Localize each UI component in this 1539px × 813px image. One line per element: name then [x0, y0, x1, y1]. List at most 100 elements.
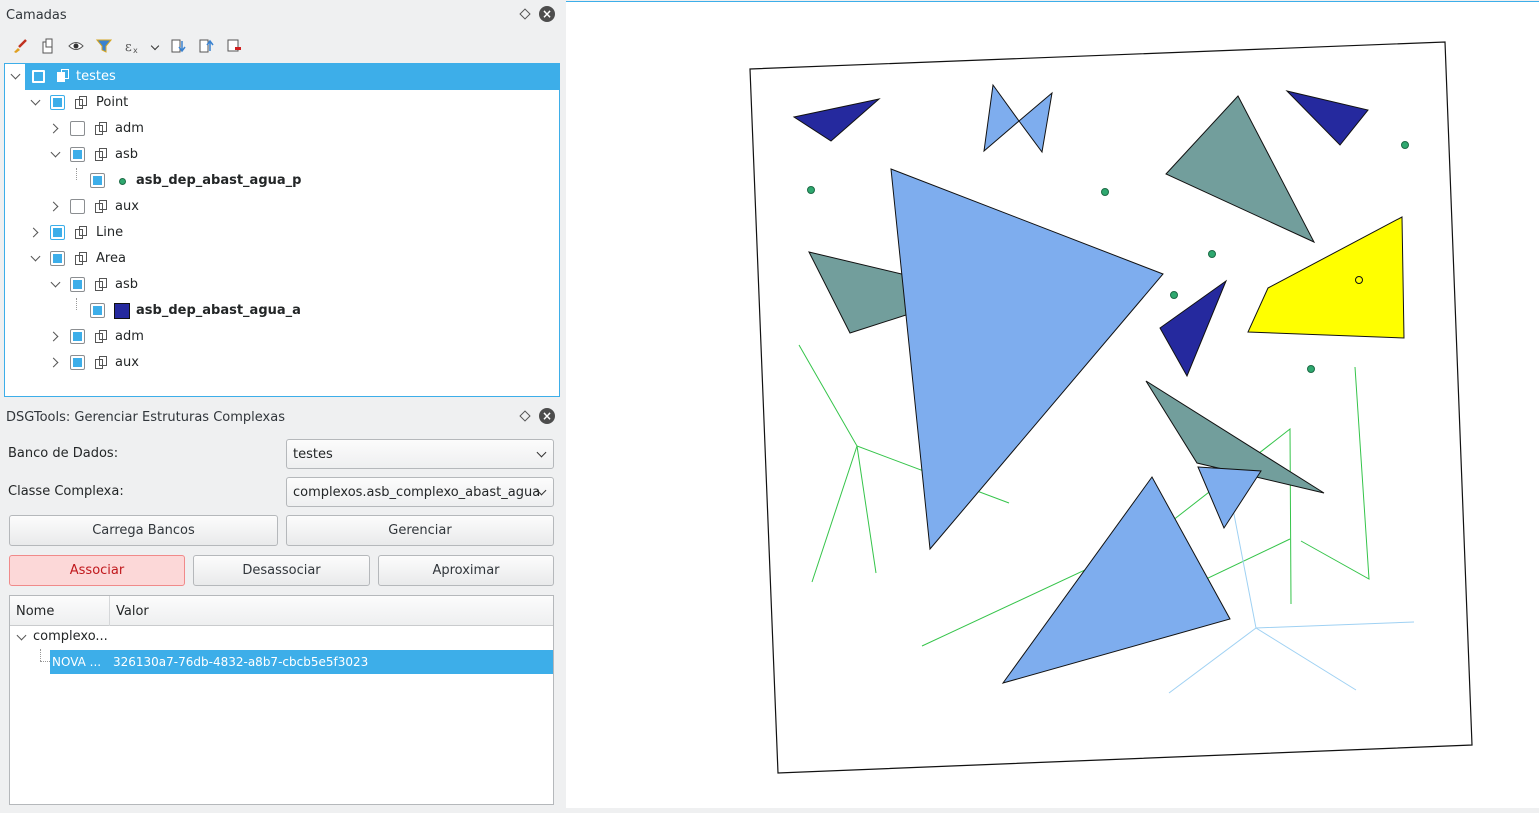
layer-label: asb_dep_abast_agua_a	[136, 303, 301, 318]
group-icon	[95, 356, 107, 370]
style-brush-icon[interactable]	[6, 34, 34, 58]
group-icon	[75, 226, 87, 240]
layer-tree: testes Point adm asb asb_dep_abast_agua_…	[4, 63, 560, 397]
group-icon	[95, 330, 107, 344]
layer-checkbox[interactable]	[90, 173, 105, 188]
polygon-symbol-icon	[114, 303, 130, 319]
table-row[interactable]: NOVA ... 326130a7-76db-4832-a8b7-cbcb5e5…	[50, 650, 553, 674]
add-group-icon[interactable]	[34, 34, 62, 58]
close-dock-icon[interactable]: ×	[539, 6, 555, 22]
load-databases-button[interactable]: Carrega Bancos	[9, 515, 278, 546]
filter-icon[interactable]	[90, 34, 118, 58]
map-svg	[749, 41, 1473, 774]
collapse-all-icon[interactable]	[192, 34, 220, 58]
table-header: Nome Valor	[10, 596, 553, 626]
layer-label: asb	[115, 277, 138, 292]
layer-label: Line	[96, 225, 124, 240]
left-dock-area: Camadas × εx testes Point adm asb asb_de…	[0, 0, 563, 808]
layer-checkbox[interactable]	[70, 277, 85, 292]
group-icon	[95, 148, 107, 162]
point-feature	[1307, 365, 1315, 373]
layer-label: Point	[96, 95, 129, 110]
tree-item-complex[interactable]: complexo...	[33, 629, 108, 644]
point-feature	[1101, 188, 1109, 196]
point-feature	[807, 186, 815, 194]
layer-tree-row-testes[interactable]: testes	[25, 64, 559, 90]
layer-label: adm	[115, 329, 144, 344]
complex-class-label: Classe Complexa:	[8, 484, 124, 499]
group-icon	[75, 252, 87, 266]
layer-checkbox[interactable]	[70, 121, 85, 136]
layer-checkbox[interactable]	[70, 199, 85, 214]
dsg-panel-title-bar: DSGTools: Gerenciar Estruturas Complexas…	[0, 403, 563, 431]
database-label: Banco de Dados:	[8, 446, 119, 461]
eye-icon[interactable]	[62, 34, 90, 58]
layer-checkbox[interactable]	[50, 95, 65, 110]
layer-label: aux	[115, 355, 139, 370]
layers-toolbar: εx	[6, 34, 248, 58]
group-icon	[57, 69, 69, 83]
layer-tree-row-asb[interactable]: asb	[5, 142, 559, 168]
layer-tree-row-line[interactable]: Line	[5, 220, 559, 246]
layer-checkbox[interactable]	[70, 329, 85, 344]
dsg-panel-title: DSGTools: Gerenciar Estruturas Complexas	[6, 409, 285, 425]
manage-button[interactable]: Gerenciar	[286, 515, 554, 546]
database-select[interactable]: testes	[286, 439, 554, 469]
float-dock-icon[interactable]	[519, 8, 531, 20]
layer-tree-row-adm[interactable]: adm	[5, 324, 559, 350]
tree-connector	[40, 661, 50, 662]
map-canvas[interactable]	[566, 1, 1539, 808]
group-icon	[75, 96, 87, 110]
float-dock-icon[interactable]	[519, 410, 531, 422]
complex-class-select[interactable]: complexos.asb_complexo_abast_agua	[286, 477, 554, 507]
layer-label: asb	[115, 147, 138, 162]
chevron-down-icon[interactable]	[10, 69, 21, 80]
point-symbol-icon	[119, 178, 126, 185]
close-dock-icon[interactable]: ×	[539, 408, 555, 424]
layer-checkbox[interactable]	[70, 355, 85, 370]
chevron-down-icon[interactable]	[16, 630, 27, 641]
layer-tree-row-point[interactable]: Point	[5, 90, 559, 116]
layer-checkbox[interactable]	[50, 251, 65, 266]
group-icon	[95, 200, 107, 214]
layer-checkbox[interactable]	[70, 147, 85, 162]
expression-filter-icon[interactable]: εx	[118, 34, 146, 58]
expand-all-icon[interactable]	[164, 34, 192, 58]
layer-label: testes	[76, 69, 116, 84]
layer-tree-row-asb[interactable]: asb	[5, 272, 559, 298]
layer-checkbox[interactable]	[50, 225, 65, 240]
layer-label: adm	[115, 121, 144, 136]
complex-tree-table: Nome Valor complexo... NOVA ... 326130a7…	[9, 595, 554, 805]
row-name: NOVA ...	[52, 655, 102, 669]
layer-label: aux	[115, 199, 139, 214]
associate-button[interactable]: Associar	[9, 555, 185, 586]
layer-tree-row-area[interactable]: Area	[5, 246, 559, 272]
chevron-down-icon[interactable]	[146, 34, 164, 58]
layer-tree-row-adm[interactable]: adm	[5, 116, 559, 142]
tree-connector	[40, 649, 41, 661]
layer-tree-row-aux[interactable]: aux	[5, 350, 559, 376]
frame-polygon[interactable]	[749, 41, 1473, 774]
row-value: 326130a7-76db-4832-a8b7-cbcb5e5f3023	[113, 655, 369, 669]
layer-checkbox[interactable]	[31, 69, 46, 84]
layer-label: Area	[96, 251, 126, 266]
layer-tree-row-aux[interactable]: aux	[5, 194, 559, 220]
layer-tree-row-asb-dep-abast-agua-p[interactable]: asb_dep_abast_agua_p	[5, 168, 559, 194]
column-header-value[interactable]: Valor	[110, 596, 553, 626]
zoom-to-button[interactable]: Aproximar	[378, 555, 554, 586]
layers-panel-title-bar: Camadas ×	[0, 1, 563, 29]
disassociate-button[interactable]: Desassociar	[193, 555, 370, 586]
svg-text:ε: ε	[125, 40, 132, 54]
point-feature	[1170, 291, 1178, 299]
remove-layer-icon[interactable]	[220, 34, 248, 58]
layers-panel-title: Camadas	[6, 7, 67, 23]
database-select-value: testes	[293, 446, 333, 462]
svg-text:x: x	[133, 46, 138, 54]
point-feature	[1208, 250, 1216, 258]
point-feature	[1401, 141, 1409, 149]
layer-checkbox[interactable]	[90, 303, 105, 318]
group-icon	[95, 278, 107, 292]
complex-class-select-value: complexos.asb_complexo_abast_agua	[293, 484, 541, 500]
layer-tree-row-asb-dep-abast-agua-a[interactable]: asb_dep_abast_agua_a	[5, 298, 559, 324]
column-header-name[interactable]: Nome	[10, 596, 110, 626]
